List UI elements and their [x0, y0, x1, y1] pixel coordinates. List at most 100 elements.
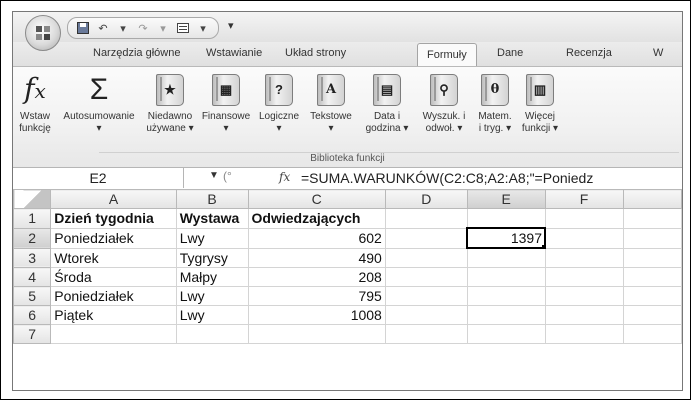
- column-header[interactable]: C: [247, 189, 386, 209]
- row-header[interactable]: 5: [13, 286, 52, 306]
- tab-view[interactable]: W: [653, 47, 663, 59]
- cell[interactable]: [544, 247, 624, 268]
- cell[interactable]: [384, 267, 468, 287]
- cell[interactable]: 1008: [247, 305, 386, 325]
- redo-dropdown-icon[interactable]: ▾: [156, 21, 170, 35]
- date-time-button[interactable]: ▤ Data i godzina ▾: [361, 69, 413, 135]
- lookup-book-icon: ⚲: [430, 74, 458, 106]
- cell[interactable]: [466, 208, 546, 229]
- cell[interactable]: 602: [247, 227, 386, 249]
- cell[interactable]: Wtorek: [50, 247, 177, 268]
- cell[interactable]: Dzień tygodnia: [50, 208, 177, 229]
- resize-handle-icon[interactable]: (°: [223, 169, 232, 183]
- cell[interactable]: Poniedziałek: [50, 286, 177, 306]
- form-icon[interactable]: [176, 21, 190, 35]
- cell[interactable]: 795: [247, 286, 386, 306]
- cell[interactable]: [622, 286, 682, 306]
- cell[interactable]: Poniedziałek: [50, 227, 177, 249]
- tab-insert[interactable]: Wstawianie: [206, 47, 262, 59]
- cell[interactable]: Lwy: [175, 286, 249, 306]
- lookup-button[interactable]: ⚲ Wyszuk. i odwoł. ▾: [414, 69, 474, 135]
- tab-data[interactable]: Dane: [497, 47, 523, 59]
- autosum-button[interactable]: Σ Autosumowanie ▾: [58, 69, 140, 135]
- row-header[interactable]: 4: [13, 267, 52, 287]
- cell[interactable]: Lwy: [175, 227, 249, 249]
- cell[interactable]: [384, 305, 468, 325]
- cell[interactable]: 490: [247, 247, 386, 268]
- cell[interactable]: [544, 324, 624, 344]
- cell[interactable]: [384, 286, 468, 306]
- recent-book-icon: ★: [156, 74, 184, 106]
- cell[interactable]: [384, 227, 468, 249]
- cell[interactable]: [544, 227, 624, 249]
- cell[interactable]: [466, 267, 546, 287]
- cell[interactable]: [622, 324, 682, 344]
- cell[interactable]: [50, 324, 177, 344]
- cell[interactable]: [384, 208, 468, 229]
- formula-input[interactable]: =SUMA.WARUNKÓW(C2:C8;A2:A8;"=Poniedz: [301, 168, 593, 188]
- row-header[interactable]: 6: [13, 305, 52, 325]
- tab-page-layout[interactable]: Układ strony: [285, 47, 346, 59]
- column-header[interactable]: B: [175, 189, 249, 209]
- cell[interactable]: Lwy: [175, 305, 249, 325]
- office-button[interactable]: [25, 15, 61, 51]
- cell[interactable]: [622, 208, 682, 229]
- cell[interactable]: [544, 267, 624, 287]
- cell[interactable]: [622, 227, 682, 249]
- cell[interactable]: Tygrysy: [175, 247, 249, 268]
- recently-used-button[interactable]: ★ Niedawno używane ▾: [141, 69, 199, 135]
- column-header[interactable]: D: [384, 189, 468, 209]
- name-box-dropdown-icon[interactable]: ▼: [209, 170, 219, 181]
- redo-icon[interactable]: ↷: [136, 21, 150, 35]
- cell[interactable]: [466, 286, 546, 306]
- financial-button[interactable]: ▦ Finansowe ▾: [199, 69, 253, 135]
- table-row: 3 Wtorek Tygrysy 490: [13, 247, 682, 268]
- formula-bar: E2 ▼ (° fx =SUMA.WARUNKÓW(C2:C8;A2:A8;"=…: [13, 168, 682, 190]
- math-trig-button[interactable]: θ Matem. i tryg. ▾: [473, 69, 517, 135]
- row-header[interactable]: 1: [13, 208, 52, 229]
- tab-review[interactable]: Recenzja: [566, 47, 612, 59]
- active-cell[interactable]: 1397: [466, 227, 547, 249]
- row-header[interactable]: 2: [13, 227, 52, 249]
- column-header[interactable]: A: [50, 189, 177, 209]
- save-icon[interactable]: [76, 21, 90, 35]
- name-box[interactable]: E2: [13, 168, 184, 188]
- undo-icon[interactable]: ↶: [96, 21, 110, 35]
- cell[interactable]: [544, 305, 624, 325]
- cell[interactable]: [622, 267, 682, 287]
- row-header[interactable]: 3: [13, 247, 52, 268]
- cell[interactable]: Wystawa: [175, 208, 249, 229]
- cell[interactable]: Piątek: [50, 305, 177, 325]
- insert-function-fx-icon[interactable]: fx: [279, 170, 290, 184]
- text-button[interactable]: A Tekstowe ▾: [304, 69, 358, 135]
- tab-home[interactable]: Narzędzia główne: [93, 47, 180, 59]
- form-dropdown-icon[interactable]: ▾: [196, 21, 210, 35]
- cell[interactable]: [384, 324, 468, 344]
- customize-qat-icon[interactable]: ▾: [228, 19, 234, 32]
- cell[interactable]: Małpy: [175, 267, 249, 287]
- cell[interactable]: [384, 247, 468, 268]
- cell[interactable]: 208: [247, 267, 386, 287]
- select-all-corner[interactable]: [13, 189, 52, 209]
- cell[interactable]: [622, 305, 682, 325]
- cell[interactable]: [466, 247, 546, 268]
- cell[interactable]: Środa: [50, 267, 177, 287]
- more-functions-button[interactable]: ▥ Więcej funkcji ▾: [517, 69, 563, 135]
- column-header[interactable]: F: [544, 189, 624, 209]
- row-header[interactable]: 7: [13, 324, 52, 344]
- function-library-group-label: Biblioteka funkcji: [310, 153, 385, 164]
- cell[interactable]: Odwiedzających: [247, 208, 386, 229]
- cell[interactable]: [466, 324, 546, 344]
- cell[interactable]: [247, 324, 386, 344]
- cell[interactable]: [175, 324, 249, 344]
- cell[interactable]: [544, 208, 624, 229]
- cell[interactable]: [466, 305, 546, 325]
- logical-button[interactable]: ? Logiczne ▾: [253, 69, 305, 135]
- column-header[interactable]: E: [466, 189, 546, 209]
- cell[interactable]: [544, 286, 624, 306]
- cell[interactable]: [622, 247, 682, 268]
- column-header[interactable]: [622, 189, 682, 209]
- undo-dropdown-icon[interactable]: ▾: [116, 21, 130, 35]
- tab-formulas[interactable]: Formuły: [417, 43, 477, 66]
- insert-function-button[interactable]: fx Wstaw funkcję: [15, 69, 55, 135]
